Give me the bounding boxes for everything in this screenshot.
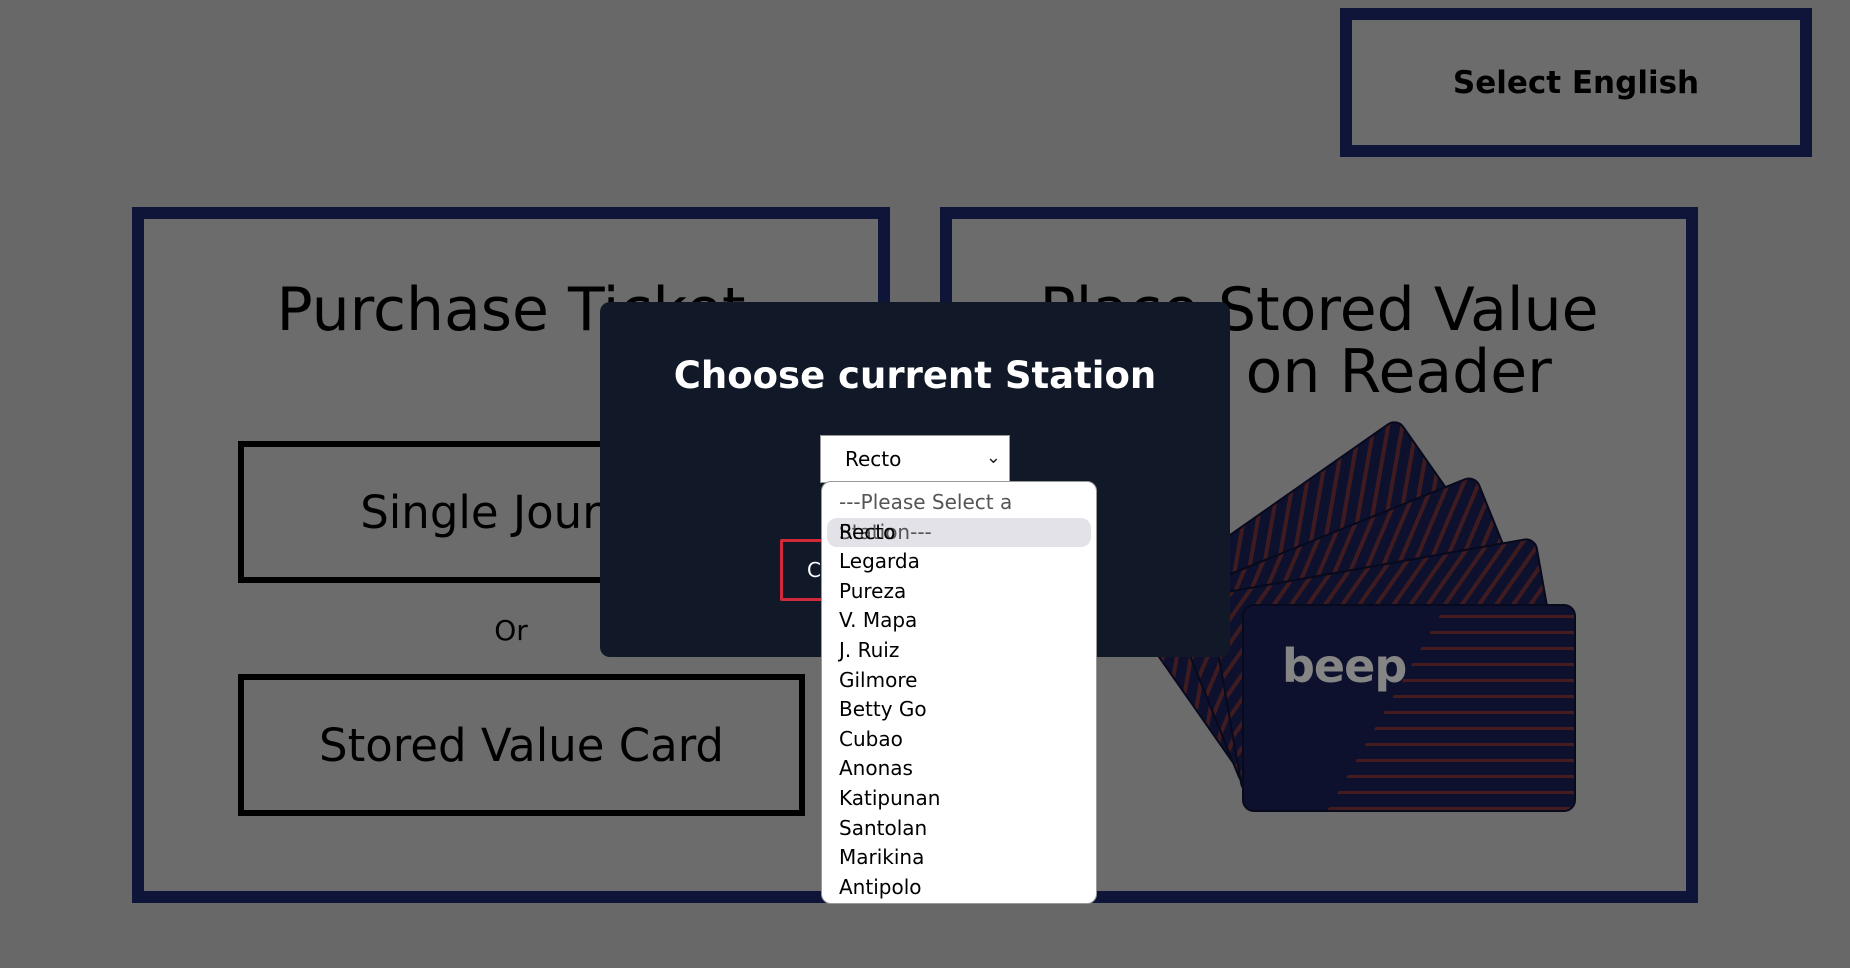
station-option[interactable]: Cubao (827, 725, 1091, 755)
station-select[interactable]: Recto ⌄ (820, 435, 1010, 483)
station-select-value: Recto (845, 447, 902, 471)
modal-title: Choose current Station (673, 354, 1157, 397)
station-option[interactable]: Betty Go (827, 695, 1091, 725)
station-option[interactable]: J. Ruiz (827, 636, 1091, 666)
dropdown-placeholder[interactable]: ---Please Select a Station--- (827, 488, 1091, 544)
ticket-kiosk-page: Select English Purchase Ticket Single Jo… (0, 0, 1850, 968)
station-option[interactable]: Anonas (827, 754, 1091, 784)
chevron-down-icon: ⌄ (985, 447, 1001, 468)
station-option[interactable]: Santolan (827, 814, 1091, 844)
station-option[interactable]: Legarda (827, 547, 1091, 577)
station-option[interactable]: Pureza (827, 577, 1091, 607)
station-option[interactable]: Recto (827, 517, 1091, 548)
station-option[interactable]: Katipunan (827, 784, 1091, 814)
station-option[interactable]: Marikina (827, 843, 1091, 873)
station-option[interactable]: V. Mapa (827, 606, 1091, 636)
station-option[interactable]: Antipolo (827, 873, 1091, 903)
station-dropdown-list: ---Please Select a Station--- Recto Lega… (821, 481, 1097, 904)
station-option[interactable]: Gilmore (827, 666, 1091, 696)
